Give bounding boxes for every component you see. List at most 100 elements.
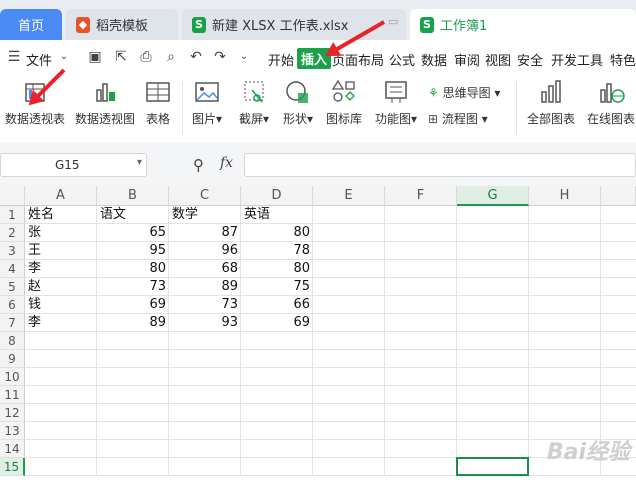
cell-D6[interactable]: 66 [241,296,313,314]
cell-C7[interactable]: 93 [169,314,241,332]
column-header-A[interactable]: A [25,186,97,206]
row-header-10[interactable]: 10 [0,368,25,386]
online-charts-button[interactable]: 在线图表 [584,78,636,127]
function-chart-button[interactable]: 功能图▾ [372,78,420,127]
row-header-5[interactable]: 5 [0,278,25,296]
flowchart-button[interactable]: ⊞ 流程图 ▾ [428,110,488,127]
formula-input[interactable] [244,153,636,177]
tab-home[interactable]: 首页 [0,9,62,40]
cell-A7[interactable]: 李 [25,314,97,332]
redo-icon[interactable]: ↷ [212,49,228,65]
column-header-B[interactable]: B [97,186,169,206]
row-header-3[interactable]: 3 [0,242,25,260]
fx-icon[interactable]: fx [220,155,233,171]
cell-C5[interactable]: 89 [169,278,241,296]
tab-workbook1[interactable]: S 工作簿1 [410,9,636,40]
spreadsheet-grid[interactable]: A B C D E F G H 1 2 3 4 5 6 7 8 9 10 11 12 13 14 15 姓名 语文 数学 英语张 65… [0,186,636,480]
row-header-11[interactable]: 11 [0,386,25,404]
table-button[interactable]: 表格 [140,78,176,127]
row-header-1[interactable]: 1 [0,206,25,224]
zoom-icon[interactable]: ⚲ [193,156,204,174]
menu-home[interactable]: 开始 [268,50,294,69]
menu-developer-tools[interactable]: 开发工具 [551,50,603,69]
cell-B1[interactable]: 语文 [97,206,169,224]
tab-xlsx-file[interactable]: S 新建 XLSX 工作表.xlsx ▭ [182,9,406,40]
column-header-overflow[interactable] [601,186,636,206]
save-icon[interactable]: ▣ [87,49,103,65]
column-header-F[interactable]: F [385,186,457,206]
cell-B3[interactable]: 95 [97,242,169,260]
cell-A5[interactable]: 赵 [25,278,97,296]
column-header-C[interactable]: C [169,186,241,206]
chevron-down-icon[interactable]: ⌄ [56,49,72,65]
cell-C3[interactable]: 96 [169,242,241,260]
picture-button[interactable]: 图片▾ [188,78,226,127]
row-header-13[interactable]: 13 [0,422,25,440]
baidu-watermark: Bai经验 [546,440,630,465]
screenshot-button[interactable]: 截屏▾ [234,78,274,127]
row-gridline [25,457,636,458]
cell-B2[interactable]: 65 [97,224,169,242]
row-header-14[interactable]: 14 [0,440,25,458]
row-header-9[interactable]: 9 [0,350,25,368]
monitor-icon[interactable]: ▭ [388,15,398,28]
row-header-2[interactable]: 2 [0,224,25,242]
menu-formulas[interactable]: 公式 [389,50,415,69]
cell-C4[interactable]: 68 [169,260,241,278]
cell-B5[interactable]: 73 [97,278,169,296]
cell-A4[interactable]: 李 [25,260,97,278]
row-header-15[interactable]: 15 [0,458,25,476]
cell-D7[interactable]: 69 [241,314,313,332]
menu-data[interactable]: 数据 [421,50,447,69]
cell-D1[interactable]: 英语 [241,206,313,224]
chevron-down-icon[interactable]: ▾ [137,157,142,168]
cell-ref: G15 [55,158,80,172]
all-charts-button[interactable]: 全部图表 [524,78,578,127]
column-header-G[interactable]: G [457,186,529,206]
row-header-4[interactable]: 4 [0,260,25,278]
menu-special[interactable]: 特色 [610,50,636,69]
hamburger-icon[interactable]: ☰ [6,49,22,65]
cell-D3[interactable]: 78 [241,242,313,260]
shapes-button[interactable]: 形状▾ [278,78,318,127]
menu-view[interactable]: 视图 [485,50,511,69]
column-header-E[interactable]: E [313,186,385,206]
print-icon[interactable]: ⎙ [138,49,154,65]
more-chevron-icon[interactable]: ⌄ [236,49,252,65]
mind-map-icon: ⚘ [428,86,439,100]
icon-library-icon [330,78,358,106]
row-header-6[interactable]: 6 [0,296,25,314]
select-all-corner[interactable] [0,186,25,206]
cell-B4[interactable]: 80 [97,260,169,278]
print-preview-icon[interactable]: ⌕ [163,49,179,65]
name-box[interactable]: G15 ▾ [0,153,147,177]
undo-icon[interactable]: ↶ [188,49,204,65]
column-header-D[interactable]: D [241,186,313,206]
cell-D4[interactable]: 80 [241,260,313,278]
export-icon[interactable]: ⇱ [113,49,129,65]
cell-C6[interactable]: 73 [169,296,241,314]
tab-docer-templates[interactable]: ◆ 稻壳模板 [66,9,178,40]
icon-library-button[interactable]: 图标库 [324,78,364,127]
cell-A2[interactable]: 张 [25,224,97,242]
cell-B6[interactable]: 69 [97,296,169,314]
menu-file[interactable]: 文件 [26,50,52,69]
cell-A3[interactable]: 王 [25,242,97,260]
cell-D5[interactable]: 75 [241,278,313,296]
cell-C1[interactable]: 数学 [169,206,241,224]
row-header-7[interactable]: 7 [0,314,25,332]
menu-review[interactable]: 审阅 [454,50,480,69]
tab-bar: 首页 ◆ 稻壳模板 S 新建 XLSX 工作表.xlsx ▭ S 工作簿1 [0,0,636,40]
row-header-8[interactable]: 8 [0,332,25,350]
cell-B7[interactable]: 89 [97,314,169,332]
pivot-chart-button[interactable]: 数据透视图 [74,78,136,127]
row-header-12[interactable]: 12 [0,404,25,422]
cell-A1[interactable]: 姓名 [25,206,97,224]
mind-map-button[interactable]: ⚘ 思维导图 ▾ [428,84,500,101]
menu-security[interactable]: 安全 [517,50,543,69]
column-header-H[interactable]: H [529,186,601,206]
cell-D2[interactable]: 80 [241,224,313,242]
selected-cell-outline[interactable] [456,457,529,476]
cell-C2[interactable]: 87 [169,224,241,242]
cell-A6[interactable]: 钱 [25,296,97,314]
